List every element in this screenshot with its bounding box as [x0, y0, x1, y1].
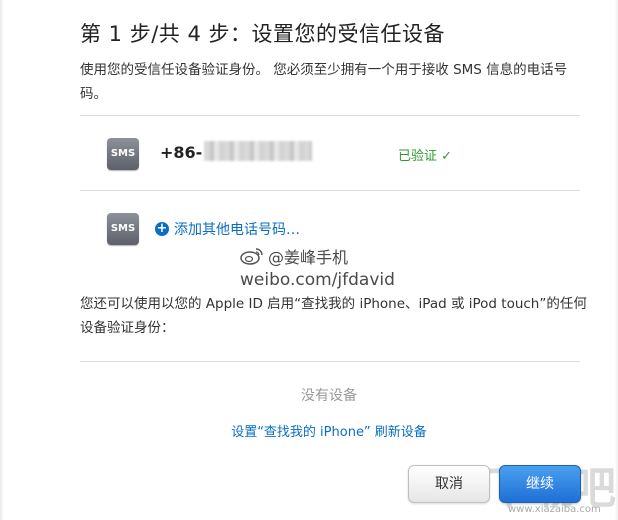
site-watermark-url: www.xiazaiba.com — [508, 504, 601, 515]
continue-button[interactable]: 继续 — [499, 465, 581, 503]
no-devices-label: 没有设备 — [301, 388, 357, 404]
cancel-button[interactable]: 取消 — [408, 465, 490, 503]
other-devices-text: 您还可以使用以您的 Apple ID 启用“查找我的 iPhone、iPad 或… — [80, 296, 587, 336]
check-icon: ✓ — [441, 149, 453, 164]
sms-icon: SMS — [107, 138, 139, 170]
add-phone-label: 添加其他电话号码… — [174, 222, 300, 238]
phone-number-redacted — [204, 141, 312, 161]
watermark-handle: @姜峰手机 — [268, 248, 349, 267]
setup-find-my-iphone-link[interactable]: 设置“查找我的 iPhone” 刷新设备 — [0, 421, 618, 440]
weibo-watermark: @姜峰手机 weibo.com/jfdavid — [240, 244, 395, 290]
page-description: 使用您的受信任设备验证身份。 您必须至少拥有一个用于接收 SMS 信息的电话号码… — [80, 62, 568, 102]
window-left-edge — [0, 0, 4, 520]
watermark-url: weibo.com/jfdavid — [240, 270, 395, 290]
plus-circle-icon: + — [155, 221, 169, 236]
sms-icon: SMS — [107, 213, 139, 245]
verified-label: 已验证 — [398, 149, 438, 164]
divider — [80, 190, 580, 191]
divider — [80, 361, 580, 362]
weibo-icon — [240, 248, 263, 265]
verified-status: 已验证 ✓ — [398, 145, 452, 164]
phone-number: +86- — [160, 143, 203, 162]
add-phone-number-link[interactable]: + 添加其他电话号码… — [155, 219, 300, 239]
divider — [80, 115, 580, 116]
page-title: 第 1 步/共 4 步：设置您的受信任设备 — [80, 22, 445, 46]
